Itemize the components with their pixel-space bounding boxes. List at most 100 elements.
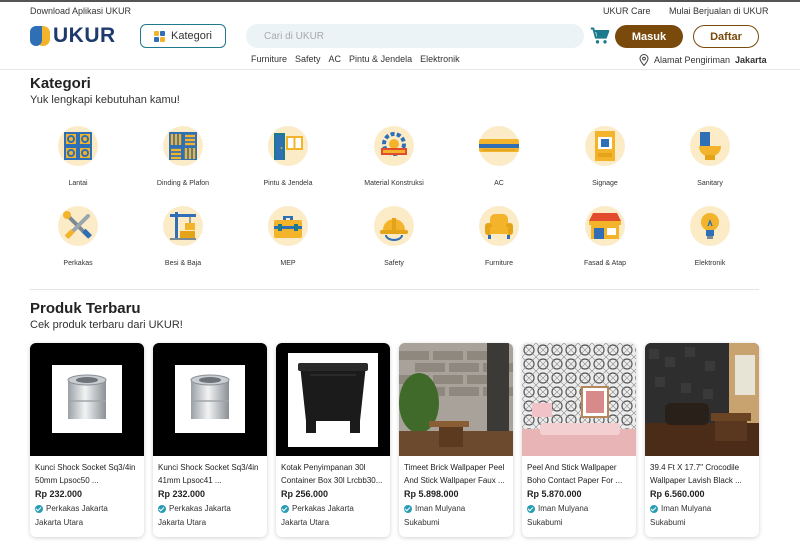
product-price: Rp 5.898.000 bbox=[404, 489, 459, 499]
product-location: Jakarta Utara bbox=[35, 518, 84, 527]
quicknav-safety[interactable]: Safety bbox=[295, 54, 321, 64]
product-price: Rp 232.000 bbox=[158, 489, 206, 499]
product-price: Rp 232.000 bbox=[35, 489, 83, 499]
category-fasad-atap[interactable]: Fasad & Atap bbox=[555, 206, 655, 267]
product-price: Rp 5.870.000 bbox=[527, 489, 582, 499]
wall-panel-icon bbox=[163, 126, 203, 166]
logo-text: UKUR bbox=[53, 24, 116, 47]
product-name: Kunci Shock Socket Sq3/4in 41mm Lpsoc41 … bbox=[158, 463, 259, 485]
door-window-icon bbox=[268, 126, 308, 166]
verified-badge-icon bbox=[158, 504, 166, 513]
product-card[interactable]: Peel And Stick Wallpaper Boho Contact Pa… bbox=[522, 343, 636, 537]
quicknav-ac[interactable]: AC bbox=[329, 54, 342, 64]
category-label: Besi & Baja bbox=[164, 260, 202, 267]
category-dinding-plafon[interactable]: Dinding & Plafon bbox=[133, 126, 233, 187]
products-section-title: Produk Terbaru bbox=[30, 300, 141, 317]
category-perkakas[interactable]: Perkakas bbox=[28, 206, 128, 267]
product-seller: Iman Mulyana bbox=[650, 504, 711, 513]
product-image bbox=[276, 343, 390, 456]
category-ac[interactable]: AC bbox=[449, 126, 549, 187]
category-furniture[interactable]: Furniture bbox=[449, 206, 549, 267]
category-lantai[interactable]: Lantai bbox=[28, 126, 128, 187]
category-signage[interactable]: Signage bbox=[555, 126, 655, 187]
top-bar: Download Aplikasi UKUR UKUR Care Mulai B… bbox=[0, 0, 800, 20]
floor-tiles-icon bbox=[58, 126, 98, 166]
product-card[interactable]: Kunci Shock Socket Sq3/4in 50mm Lpsoc50 … bbox=[30, 343, 144, 537]
quicknav-elektronik[interactable]: Elektronik bbox=[420, 54, 460, 64]
header: UKUR Kategori Masuk Daftar Furniture Saf… bbox=[0, 20, 800, 70]
air-conditioner-icon bbox=[479, 126, 519, 166]
register-button[interactable]: Daftar bbox=[693, 25, 759, 48]
product-seller: Iman Mulyana bbox=[527, 504, 588, 513]
cart-icon[interactable] bbox=[590, 26, 610, 46]
category-besi-baja[interactable]: Besi & Baja bbox=[133, 206, 233, 267]
product-seller: Perkakas Jakarta bbox=[158, 504, 231, 513]
login-button[interactable]: Masuk bbox=[615, 25, 683, 48]
product-name: Kotak Penyimpanan 30l Container Box 30l … bbox=[281, 463, 383, 485]
storefront-icon bbox=[585, 206, 625, 246]
category-label: Sanitary bbox=[697, 180, 723, 187]
product-price: Rp 256.000 bbox=[281, 489, 329, 499]
category-section-subtitle: Yuk lengkapi kebutuhan kamu! bbox=[30, 94, 180, 106]
toolbox-icon bbox=[268, 206, 308, 246]
search-input[interactable] bbox=[246, 24, 584, 48]
product-name: Peel And Stick Wallpaper Boho Contact Pa… bbox=[527, 463, 623, 485]
product-location: Jakarta Utara bbox=[281, 518, 330, 527]
verified-badge-icon bbox=[281, 504, 289, 513]
ukur-logo-mark-icon bbox=[30, 26, 50, 46]
kategori-button[interactable]: Kategori bbox=[140, 24, 226, 48]
product-location: Sukabumi bbox=[527, 518, 563, 527]
product-price: Rp 6.560.000 bbox=[650, 489, 705, 499]
category-label: AC bbox=[494, 180, 504, 187]
product-image bbox=[645, 343, 759, 456]
download-app-link[interactable]: Download Aplikasi UKUR bbox=[30, 6, 131, 16]
category-label: Pintu & Jendela bbox=[263, 180, 313, 187]
ukur-logo[interactable]: UKUR bbox=[30, 24, 116, 48]
kategori-button-label: Kategori bbox=[171, 30, 212, 42]
category-safety[interactable]: Safety bbox=[344, 206, 444, 267]
product-name: Kunci Shock Socket Sq3/4in 50mm Lpsoc50 … bbox=[35, 463, 136, 485]
category-label: Perkakas bbox=[63, 260, 93, 267]
category-material-konstruksi[interactable]: Material Konstruksi bbox=[344, 126, 444, 187]
category-label: Material Konstruksi bbox=[364, 180, 424, 187]
product-image bbox=[399, 343, 513, 456]
product-card[interactable]: 39.4 Ft X 17.7" Crocodile Wallpaper Lavi… bbox=[645, 343, 759, 537]
construction-material-icon bbox=[374, 126, 414, 166]
category-pintu-jendela[interactable]: Pintu & Jendela bbox=[238, 126, 338, 187]
address-prefix: Alamat Pengiriman bbox=[654, 55, 731, 65]
product-name: 39.4 Ft X 17.7" Crocodile Wallpaper Lavi… bbox=[650, 463, 742, 485]
verified-badge-icon bbox=[404, 504, 412, 513]
category-mep[interactable]: MEP bbox=[238, 206, 338, 267]
category-label: Elektronik bbox=[694, 260, 726, 267]
category-elektronik[interactable]: Elektronik bbox=[660, 206, 760, 267]
product-seller: Perkakas Jakarta bbox=[35, 504, 108, 513]
category-label: Signage bbox=[592, 180, 618, 187]
steel-crane-icon bbox=[163, 206, 203, 246]
quicknav-pintu-jendela[interactable]: Pintu & Jendela bbox=[349, 54, 412, 64]
product-seller: Perkakas Jakarta bbox=[281, 504, 354, 513]
category-label: Safety bbox=[384, 260, 404, 267]
signage-icon bbox=[585, 126, 625, 166]
tools-icon bbox=[58, 206, 98, 246]
quicknav-furniture[interactable]: Furniture bbox=[251, 54, 287, 64]
products-section-subtitle: Cek produk terbaru dari UKUR! bbox=[30, 319, 183, 331]
ukur-care-link[interactable]: UKUR Care bbox=[603, 6, 651, 16]
product-card[interactable]: Kotak Penyimpanan 30l Container Box 30l … bbox=[276, 343, 390, 537]
light-bulb-icon bbox=[690, 206, 730, 246]
category-sanitary[interactable]: Sanitary bbox=[660, 126, 760, 187]
hard-hat-icon bbox=[374, 206, 414, 246]
product-seller: Iman Mulyana bbox=[404, 504, 465, 513]
product-image bbox=[30, 343, 144, 456]
product-card[interactable]: Kunci Shock Socket Sq3/4in 41mm Lpsoc41 … bbox=[153, 343, 267, 537]
category-label: Dinding & Plafon bbox=[156, 180, 210, 187]
armchair-icon bbox=[479, 206, 519, 246]
category-label: Fasad & Atap bbox=[583, 260, 627, 267]
product-image bbox=[153, 343, 267, 456]
product-card[interactable]: Timeet Brick Wallpaper Peel And Stick Wa… bbox=[399, 343, 513, 537]
category-section-title: Kategori bbox=[30, 75, 91, 92]
verified-badge-icon bbox=[527, 504, 535, 513]
product-image bbox=[522, 343, 636, 456]
section-divider bbox=[30, 289, 759, 290]
shipping-address[interactable]: Alamat Pengiriman Jakarta bbox=[639, 54, 767, 66]
start-selling-link[interactable]: Mulai Berjualan di UKUR bbox=[669, 6, 769, 16]
